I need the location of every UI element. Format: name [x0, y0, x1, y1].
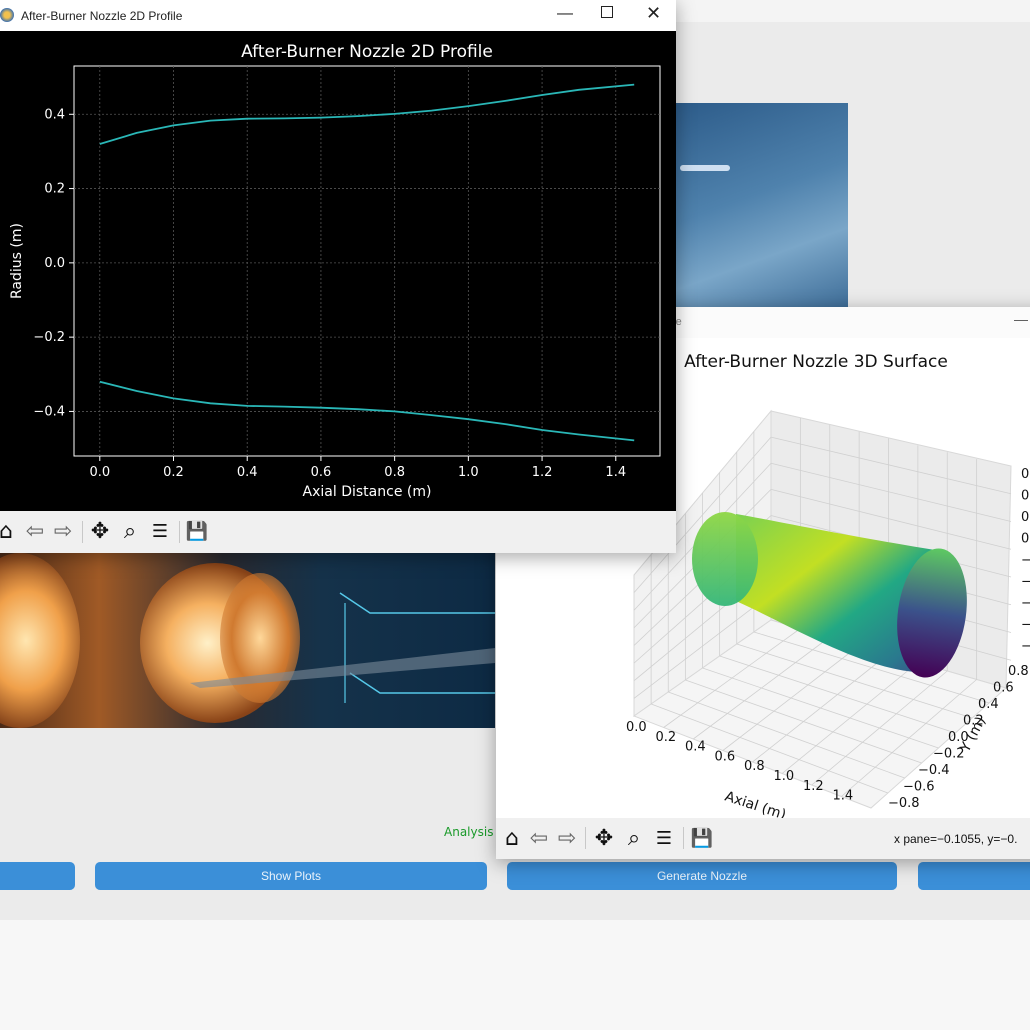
pan-icon[interactable]: ✥	[88, 511, 112, 551]
y-tick-label: −0.6	[903, 780, 935, 795]
window-3d-toolbar: ⌂ ⇦ ⇨ ✥ ⌕ ☰ 💾 x pane=−0.1055, y=−0.	[496, 818, 1030, 859]
z-tick-label: −0	[1021, 575, 1030, 590]
profile-2d-title: After-Burner Nozzle 2D Profile	[241, 42, 493, 62]
y-tick-label: 0.2	[44, 182, 65, 197]
minimize-icon[interactable]: —	[1014, 311, 1028, 327]
y-tick-label: −0.4	[33, 404, 65, 419]
profile-2d-plot[interactable]: After-Burner Nozzle 2D Profile 0.0 0.2 0.4…	[0, 31, 676, 511]
surface-3d-xlabel: Axial (m)	[723, 789, 788, 818]
minimize-icon[interactable]: —	[557, 5, 573, 23]
back-icon[interactable]: ⇦	[24, 511, 46, 551]
generate-nozzle-button[interactable]: Generate Nozzle	[507, 862, 897, 890]
x-tick-label: 1.2	[803, 779, 824, 794]
forward-icon[interactable]: ⇨	[52, 511, 74, 551]
analysis-status-text: Analysis	[444, 825, 494, 839]
show-plots-button[interactable]: Show Plots	[95, 862, 487, 890]
profile-2d-xlabel: Axial Distance (m)	[303, 484, 432, 500]
window-2d-profile: After-Burner Nozzle 2D Profile — ✕ After…	[0, 0, 676, 553]
z-tick-label: 0	[1021, 510, 1029, 525]
z-tick-label: 0	[1021, 467, 1029, 482]
x-tick-label: 0.6	[715, 749, 736, 764]
afterburner-engine-image	[0, 553, 495, 728]
close-icon[interactable]: ✕	[646, 3, 661, 24]
x-tick-label: 1.0	[458, 465, 479, 480]
z-tick-label: −0	[1021, 596, 1030, 611]
x-tick-label: 0.2	[163, 465, 184, 480]
x-tick-label: 0.6	[311, 465, 332, 480]
profile-2d-ylabel: Radius (m)	[9, 223, 25, 299]
y-tick-label: 0.8	[1008, 664, 1029, 679]
x-tick-label: 1.0	[774, 769, 795, 784]
app-icon	[0, 8, 14, 22]
nozzle-inlet-face	[692, 512, 758, 606]
y-tick-label: −0.2	[33, 330, 65, 345]
y-tick-label: 0.4	[44, 107, 65, 122]
x-tick-label: 0.0	[89, 465, 110, 480]
configure-subplots-icon[interactable]: ☰	[148, 511, 172, 551]
home-icon[interactable]: ⌂	[0, 511, 18, 551]
window-2d-title: After-Burner Nozzle 2D Profile	[21, 9, 183, 23]
zoom-icon[interactable]: ⌕	[118, 511, 142, 551]
z-tick-label: −0	[1021, 553, 1030, 568]
action-button-1[interactable]	[0, 862, 75, 890]
pan-icon[interactable]: ✥	[592, 818, 616, 858]
back-icon[interactable]: ⇦	[528, 818, 550, 858]
window-2d-titlebar[interactable]: After-Burner Nozzle 2D Profile — ✕	[0, 0, 676, 31]
y-tick-label: −0.4	[918, 763, 950, 778]
z-tick-label: −0	[1021, 618, 1030, 633]
x-tick-label: 0.2	[656, 730, 677, 745]
action-button-4[interactable]	[918, 862, 1030, 890]
x-tick-label: 1.4	[605, 465, 626, 480]
y-tick-label: 0.0	[44, 256, 65, 271]
zoom-icon[interactable]: ⌕	[622, 818, 646, 858]
background-bottom-area	[0, 920, 1030, 1030]
z-tick-label: 0	[1021, 489, 1029, 504]
y-tick-label: −0.8	[888, 796, 920, 811]
window-2d-toolbar: ⌂ ⇦ ⇨ ✥ ⌕ ☰ 💾	[0, 511, 676, 553]
configure-subplots-icon[interactable]: ☰	[652, 818, 676, 858]
save-icon[interactable]: 💾	[690, 818, 714, 858]
surface-3d-title: After-Burner Nozzle 3D Surface	[684, 352, 948, 372]
y-tick-label: 0.4	[978, 697, 999, 712]
cursor-readout: x pane=−0.1055, y=−0.	[894, 832, 1018, 846]
x-tick-label: 1.2	[532, 465, 553, 480]
z-tick-label: 0	[1021, 532, 1029, 547]
x-tick-label: 0.8	[744, 759, 765, 774]
x-tick-label: 0.8	[384, 465, 405, 480]
x-tick-label: 0.4	[237, 465, 258, 480]
forward-icon[interactable]: ⇨	[556, 818, 578, 858]
home-icon[interactable]: ⌂	[500, 818, 524, 858]
save-icon[interactable]: 💾	[185, 511, 209, 551]
x-tick-label: 0.4	[685, 740, 706, 755]
z-tick-label: −0	[1021, 639, 1030, 654]
background-jet-photo	[676, 103, 848, 308]
plot-frame	[73, 65, 661, 457]
maximize-icon[interactable]	[601, 6, 613, 18]
x-tick-label: 1.4	[833, 789, 854, 804]
y-tick-label: 0.6	[993, 681, 1014, 696]
x-tick-label: 0.0	[626, 720, 647, 735]
